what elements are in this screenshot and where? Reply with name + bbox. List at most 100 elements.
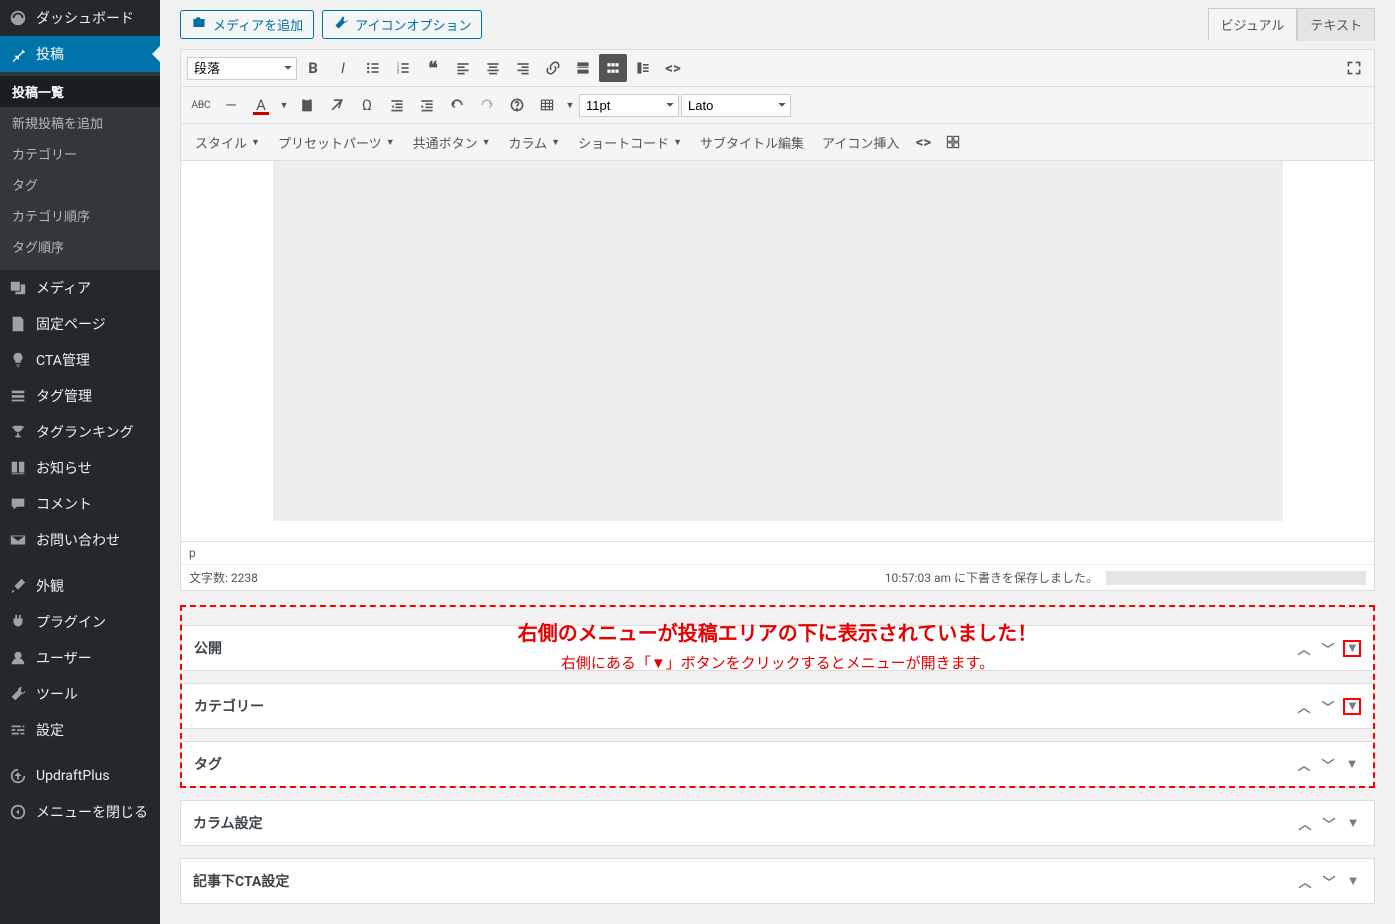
sidebar-label: 固定ページ bbox=[36, 314, 106, 334]
readmore-button[interactable] bbox=[569, 54, 597, 82]
tab-text[interactable]: テキスト bbox=[1297, 8, 1375, 41]
help-button[interactable] bbox=[503, 91, 531, 119]
sidebar-item-updraft[interactable]: UpdraftPlus bbox=[0, 758, 160, 794]
fullscreen-button[interactable] bbox=[1340, 54, 1368, 82]
align-left-button[interactable] bbox=[449, 54, 477, 82]
text-color-dropdown[interactable]: ▼ bbox=[277, 91, 291, 119]
italic-button[interactable]: I bbox=[329, 54, 357, 82]
preset-dropdown[interactable]: プリセットパーツ▼ bbox=[270, 129, 403, 156]
link-button[interactable] bbox=[539, 54, 567, 82]
sidebar-item-contact[interactable]: お問い合わせ bbox=[0, 522, 160, 558]
text-color-button[interactable]: A bbox=[247, 91, 275, 119]
subtitle-button[interactable]: サブタイトル編集 bbox=[692, 129, 812, 156]
move-up-icon[interactable]: ︿ bbox=[1296, 872, 1314, 891]
media-icon bbox=[8, 278, 28, 298]
button-label: アイコンオプション bbox=[355, 15, 471, 34]
sidebar-item-dashboard[interactable]: ダッシュボード bbox=[0, 0, 160, 36]
sidebar-item-users[interactable]: ユーザー bbox=[0, 640, 160, 676]
trophy-icon bbox=[8, 422, 28, 442]
text-block-button[interactable] bbox=[629, 54, 657, 82]
toggle-panel-button[interactable]: ▼ bbox=[1343, 698, 1361, 715]
toggle-panel-button[interactable]: ▼ bbox=[1344, 873, 1362, 889]
hr-button[interactable]: — bbox=[217, 91, 245, 119]
sidebar-item-notice[interactable]: お知らせ bbox=[0, 450, 160, 486]
table-dropdown[interactable]: ▼ bbox=[563, 91, 577, 119]
sidebar-item-tools[interactable]: ツール bbox=[0, 676, 160, 712]
move-up-icon[interactable]: ︿ bbox=[1296, 814, 1314, 833]
resize-handle[interactable] bbox=[1106, 571, 1366, 585]
sidebar-item-tag-rank[interactable]: タグランキング bbox=[0, 414, 160, 450]
sidebar-label: ツール bbox=[36, 684, 78, 704]
strikethrough-button[interactable]: ABC— bbox=[187, 91, 215, 119]
common-button-dropdown[interactable]: 共通ボタン▼ bbox=[405, 129, 499, 156]
align-right-button[interactable] bbox=[509, 54, 537, 82]
icon-option-button[interactable]: アイコンオプション bbox=[322, 10, 482, 39]
backup-icon bbox=[8, 766, 28, 786]
sidebar-item-appearance[interactable]: 外観 bbox=[0, 568, 160, 604]
shortcode-dropdown[interactable]: ショートコード▼ bbox=[570, 129, 690, 156]
sidebar-label: タグランキング bbox=[36, 422, 134, 442]
move-up-icon[interactable]: ︿ bbox=[1295, 755, 1313, 774]
element-path[interactable]: p bbox=[181, 541, 1374, 564]
pushpin-icon bbox=[8, 44, 28, 64]
editor-canvas[interactable] bbox=[181, 161, 1374, 541]
toggle-panel-button[interactable]: ▼ bbox=[1344, 815, 1362, 831]
sidebar-item-plugins[interactable]: プラグイン bbox=[0, 604, 160, 640]
sidebar-sub-posts-list[interactable]: 投稿一覧 bbox=[0, 76, 160, 107]
blockquote-button[interactable]: ❝ bbox=[419, 54, 447, 82]
move-down-icon[interactable]: ﹀ bbox=[1319, 755, 1337, 774]
add-media-button[interactable]: メディアを追加 bbox=[180, 10, 314, 39]
sidebar-sub-categories[interactable]: カテゴリー bbox=[0, 138, 160, 169]
font-family-select[interactable]: Lato bbox=[681, 94, 791, 117]
wrench-icon bbox=[8, 684, 28, 704]
paste-text-button[interactable] bbox=[293, 91, 321, 119]
table-button[interactable] bbox=[533, 91, 561, 119]
sidebar-item-media[interactable]: メディア bbox=[0, 270, 160, 306]
metabox-title: カテゴリー bbox=[194, 696, 264, 716]
sidebar-sub-cat-order[interactable]: カテゴリ順序 bbox=[0, 200, 160, 231]
toggle-panel-button[interactable]: ▼ bbox=[1343, 756, 1361, 772]
toolbar-row-2: ABC— — A ▼ Ω ▼ 11pt Lato bbox=[181, 87, 1374, 124]
toolbar-toggle-button[interactable] bbox=[599, 54, 627, 82]
tab-visual[interactable]: ビジュアル bbox=[1208, 8, 1298, 41]
outdent-button[interactable] bbox=[383, 91, 411, 119]
style-dropdown[interactable]: スタイル▼ bbox=[187, 129, 268, 156]
lightbulb-icon bbox=[8, 350, 28, 370]
indent-button[interactable] bbox=[413, 91, 441, 119]
move-down-icon[interactable]: ﹀ bbox=[1320, 872, 1338, 891]
move-down-icon[interactable]: ﹀ bbox=[1319, 697, 1337, 716]
move-down-icon[interactable]: ﹀ bbox=[1320, 814, 1338, 833]
gauge-icon bbox=[8, 8, 28, 28]
code-button[interactable]: <> bbox=[659, 54, 687, 82]
html-button[interactable]: <> bbox=[909, 128, 937, 156]
font-size-select[interactable]: 11pt bbox=[579, 94, 679, 117]
bold-button[interactable]: B bbox=[299, 54, 327, 82]
grid-button[interactable] bbox=[939, 128, 967, 156]
align-center-button[interactable] bbox=[479, 54, 507, 82]
sidebar-sub-tag-order[interactable]: タグ順序 bbox=[0, 231, 160, 262]
sidebar-item-comments[interactable]: コメント bbox=[0, 486, 160, 522]
move-up-icon[interactable]: ︿ bbox=[1295, 639, 1313, 658]
undo-button[interactable] bbox=[443, 91, 471, 119]
sidebar-collapse[interactable]: メニューを閉じる bbox=[0, 794, 160, 830]
move-down-icon[interactable]: ﹀ bbox=[1319, 639, 1337, 658]
ol-button[interactable]: 123 bbox=[389, 54, 417, 82]
redo-button[interactable] bbox=[473, 91, 501, 119]
format-select[interactable]: 段落 bbox=[187, 57, 297, 80]
sidebar-sub-tags[interactable]: タグ bbox=[0, 169, 160, 200]
icon-insert-button[interactable]: アイコン挿入 bbox=[814, 129, 907, 156]
sidebar-sub-posts-new[interactable]: 新規投稿を追加 bbox=[0, 107, 160, 138]
sidebar-item-tag-mgmt[interactable]: タグ管理 bbox=[0, 378, 160, 414]
ul-button[interactable] bbox=[359, 54, 387, 82]
sidebar-item-cta[interactable]: CTA管理 bbox=[0, 342, 160, 378]
special-char-button[interactable]: Ω bbox=[353, 91, 381, 119]
sidebar-item-pages[interactable]: 固定ページ bbox=[0, 306, 160, 342]
sidebar-label: お知らせ bbox=[36, 458, 92, 478]
move-up-icon[interactable]: ︿ bbox=[1295, 697, 1313, 716]
sidebar-item-settings[interactable]: 設定 bbox=[0, 712, 160, 748]
clear-format-button[interactable] bbox=[323, 91, 351, 119]
mail-icon bbox=[8, 530, 28, 550]
column-dropdown[interactable]: カラム▼ bbox=[501, 129, 569, 156]
toggle-panel-button[interactable]: ▼ bbox=[1343, 640, 1361, 657]
sidebar-item-posts[interactable]: 投稿 bbox=[0, 36, 160, 72]
